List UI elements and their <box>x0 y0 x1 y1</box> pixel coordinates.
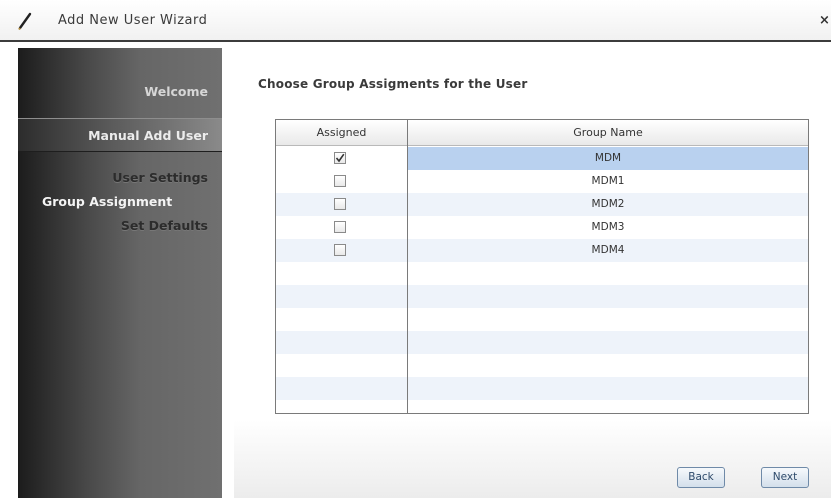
pencil-icon <box>18 12 32 31</box>
assigned-checkbox[interactable] <box>334 152 346 164</box>
table-row[interactable]: MDM4 <box>276 239 808 262</box>
assigned-checkbox[interactable] <box>334 244 346 256</box>
next-button[interactable]: Next <box>761 467 809 488</box>
column-header-group-name[interactable]: Group Name <box>408 126 808 139</box>
check-icon <box>335 153 345 163</box>
empty-row <box>276 377 808 400</box>
column-divider <box>407 120 408 413</box>
group-name-cell: MDM <box>594 152 622 164</box>
group-name-cell: MDM2 <box>591 198 625 210</box>
title-bar: Add New User Wizard × <box>0 0 831 42</box>
table-header: Assigned Group Name <box>276 120 808 146</box>
add-user-wizard-window: Add New User Wizard × Welcome Manual Add… <box>0 0 831 498</box>
empty-row <box>276 354 808 377</box>
group-assignment-table: Assigned Group Name MDM MDM1 MDM2 MDM3 M… <box>275 119 809 414</box>
group-name-cell: MDM4 <box>591 244 625 256</box>
window-title: Add New User Wizard <box>58 13 208 28</box>
empty-row <box>276 285 808 308</box>
sidebar-item-group-assignment[interactable]: Group Assignment <box>42 194 172 209</box>
column-header-assigned[interactable]: Assigned <box>276 126 407 139</box>
wizard-steps-sidebar: Welcome Manual Add User User Settings Gr… <box>18 48 222 498</box>
assigned-checkbox[interactable] <box>334 175 346 187</box>
sidebar-item-manual-add-user[interactable]: Manual Add User <box>88 128 208 143</box>
table-row[interactable]: MDM3 <box>276 216 808 239</box>
sidebar-item-set-defaults[interactable]: Set Defaults <box>121 218 208 233</box>
empty-row <box>276 308 808 331</box>
group-name-cell: MDM3 <box>591 221 625 233</box>
page-title: Choose Group Assigments for the User <box>258 77 528 91</box>
empty-row <box>276 262 808 285</box>
assigned-checkbox[interactable] <box>334 198 346 210</box>
back-button[interactable]: Back <box>677 467 725 488</box>
sidebar-item-welcome[interactable]: Welcome <box>144 84 208 99</box>
wizard-footer <box>234 420 831 498</box>
close-icon[interactable]: × <box>819 13 830 28</box>
group-name-cell: MDM1 <box>591 175 625 187</box>
assigned-checkbox[interactable] <box>334 221 346 233</box>
sidebar-item-user-settings[interactable]: User Settings <box>112 170 208 185</box>
table-row[interactable]: MDM2 <box>276 193 808 216</box>
empty-row <box>276 331 808 354</box>
table-row[interactable]: MDM <box>276 147 808 170</box>
table-row[interactable]: MDM1 <box>276 170 808 193</box>
